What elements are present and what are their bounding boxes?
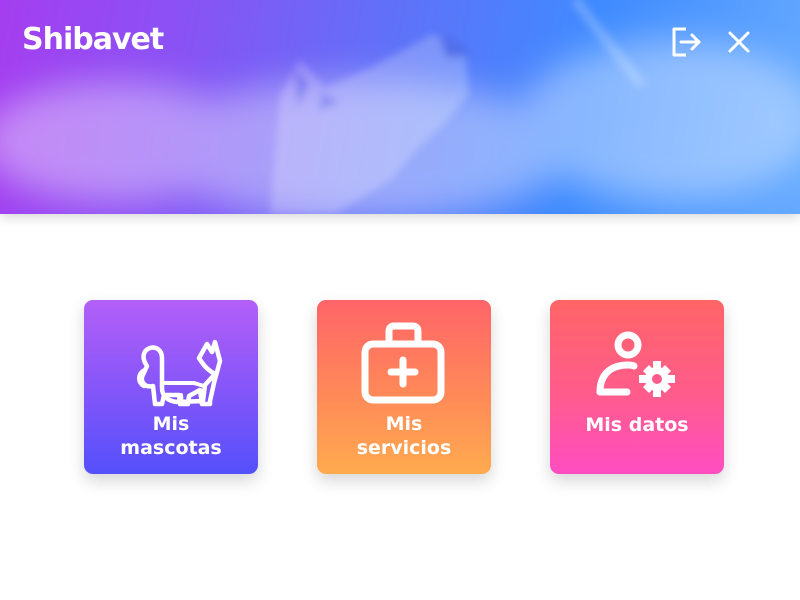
- my-services-label-line-1: Mis: [385, 413, 423, 435]
- dashboard-menu: Mis mascotas Mis servicios Mis datos: [0, 300, 800, 474]
- my-pets-tile[interactable]: Mis mascotas: [84, 300, 258, 474]
- my-data-label: Mis datos: [585, 414, 689, 436]
- my-services-label: Mis servicios: [327, 412, 481, 460]
- my-pets-label-line-2: mascotas: [120, 437, 222, 459]
- my-pets-label: Mis mascotas: [94, 412, 248, 460]
- user-settings-icon: [596, 331, 675, 397]
- header-banner: Shibavet: [0, 0, 800, 214]
- my-services-label-line-2: servicios: [356, 437, 452, 459]
- app-window: Shibavet Mis mascotas Mis servicios Mis …: [0, 0, 800, 600]
- close-icon: [728, 31, 750, 53]
- logout-icon: [672, 27, 701, 57]
- logout-button[interactable]: [668, 24, 704, 60]
- my-services-tile[interactable]: Mis servicios: [317, 300, 491, 474]
- my-pets-label-line-1: Mis: [152, 413, 190, 435]
- my-data-tile[interactable]: Mis datos: [550, 300, 724, 474]
- close-button[interactable]: [721, 24, 757, 60]
- app-title: Shibavet: [22, 22, 164, 57]
